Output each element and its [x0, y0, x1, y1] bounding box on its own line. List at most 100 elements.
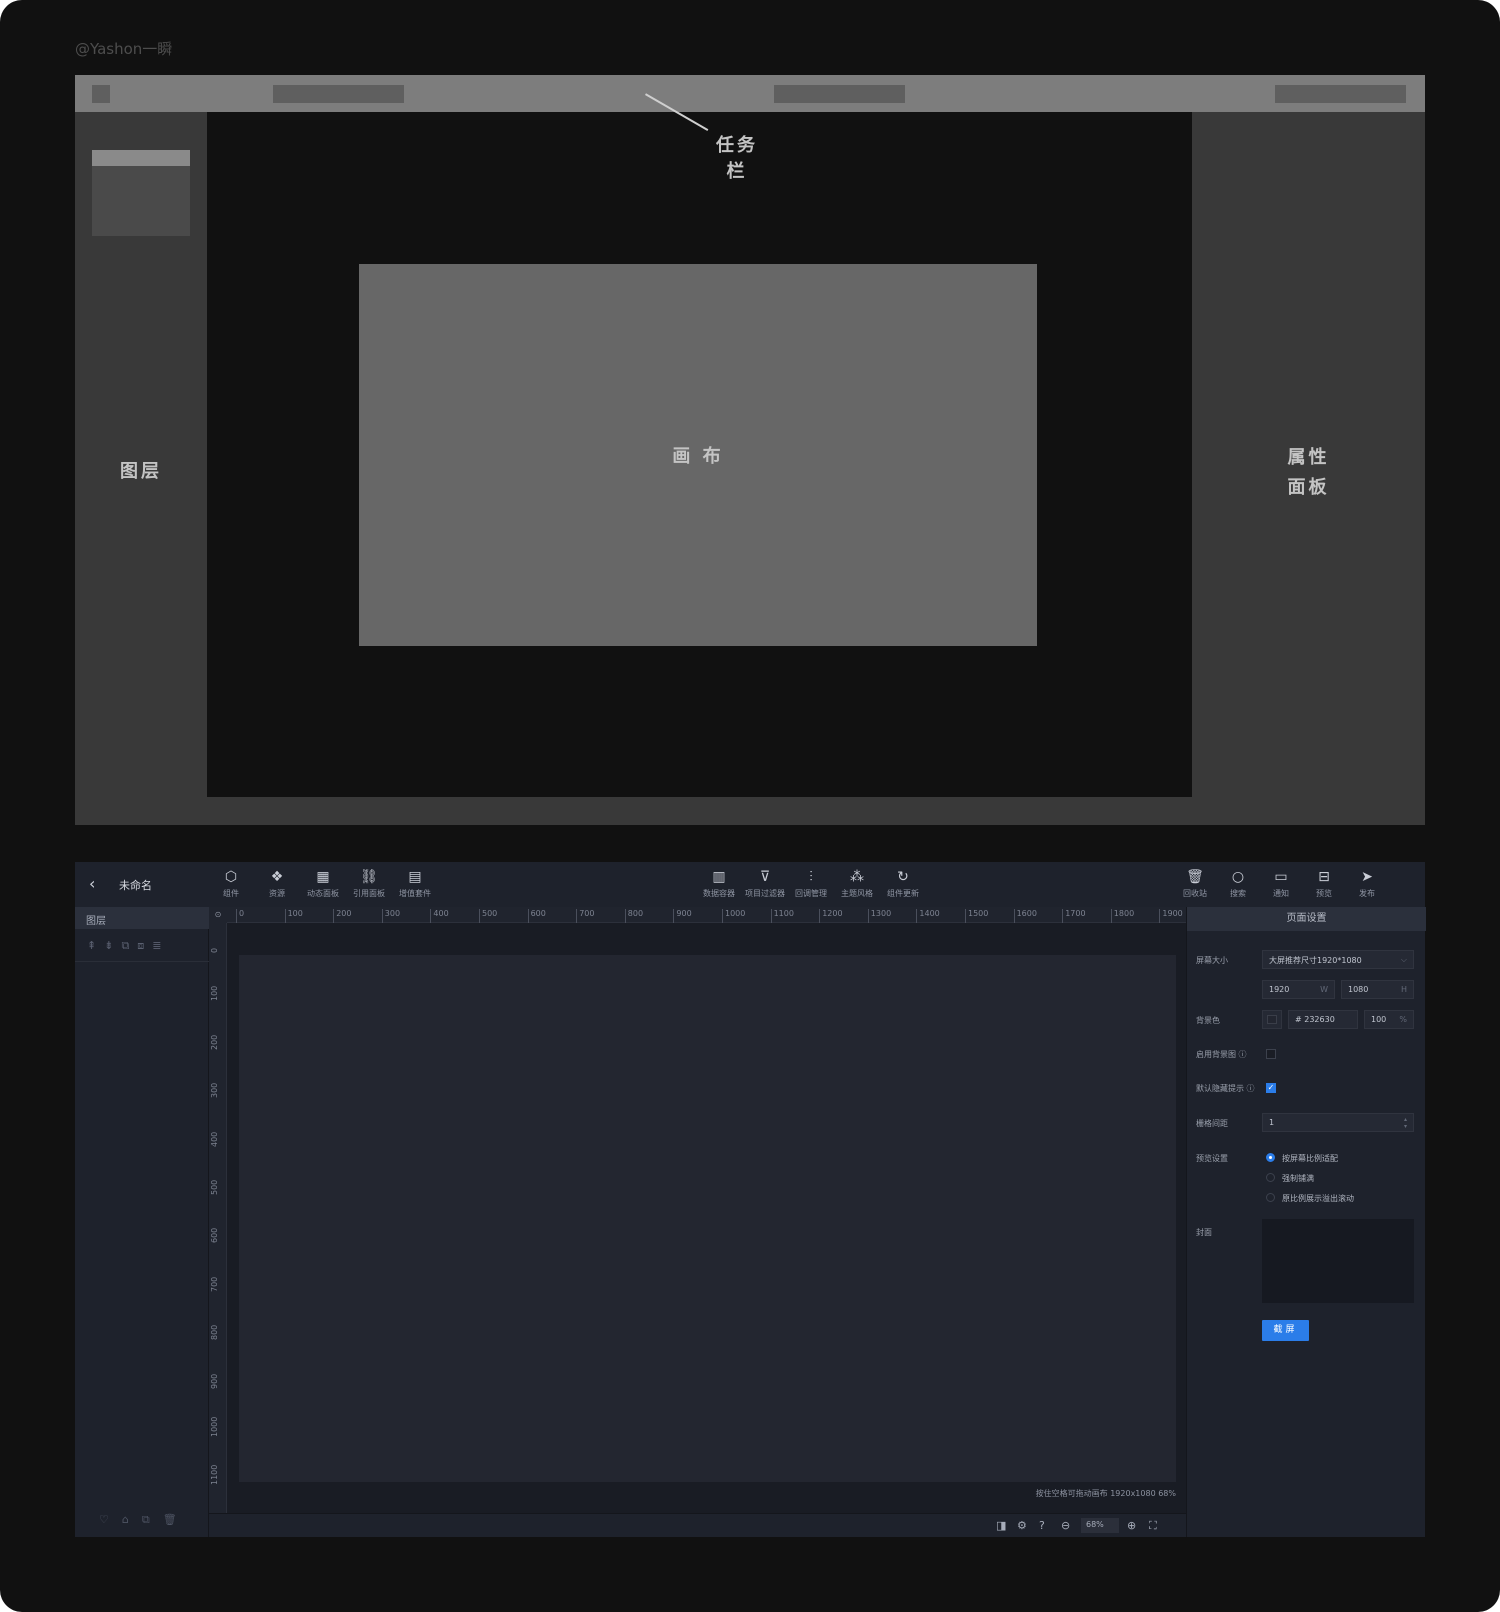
- toolbar-label: 搜索: [1230, 889, 1246, 898]
- cover-preview[interactable]: [1262, 1219, 1414, 1303]
- ruler-toggle-icon[interactable]: ⊙: [209, 907, 227, 923]
- bg-color-label: 背景色: [1196, 1016, 1220, 1025]
- toolbar-component-update-button[interactable]: ↻ 组件更新: [880, 868, 926, 899]
- wireframe-taskbar-logo: [92, 85, 110, 103]
- toolbar-reference-panel-button[interactable]: ⛓ 引用面板: [346, 868, 392, 899]
- preview-fill-radio[interactable]: [1266, 1173, 1275, 1182]
- design-canvas[interactable]: [239, 955, 1176, 1482]
- back-icon[interactable]: ‹: [89, 874, 95, 893]
- toolbar-theme-button[interactable]: ⁂ 主题风格: [834, 868, 880, 899]
- search-icon: ○: [1231, 869, 1245, 885]
- ruler-tick-label: 200: [210, 1034, 219, 1050]
- ruler-tick-label: 800: [624, 909, 644, 923]
- screen-size-select[interactable]: 大屏推荐尺寸1920*1080 ⌵: [1262, 950, 1414, 969]
- toolbar-preview-button[interactable]: ⊟ 预览: [1301, 868, 1347, 899]
- grid-spacing-input[interactable]: 1 ▴ ▾: [1262, 1113, 1414, 1132]
- ruler-tick-label: 600: [527, 909, 546, 923]
- width-input[interactable]: 1920 W: [1262, 980, 1335, 999]
- cover-label: 封面: [1196, 1228, 1212, 1237]
- hide-hint-checkbox[interactable]: ✓: [1266, 1083, 1276, 1093]
- stepper-icon[interactable]: ▴ ▾: [1404, 1116, 1407, 1130]
- zoom-level-input[interactable]: 68%: [1081, 1518, 1119, 1533]
- move-bottom-icon[interactable]: ⇟: [104, 939, 113, 953]
- ruler-tick-label: 1600: [1013, 909, 1037, 923]
- ruler-tick-label: 1800: [1110, 909, 1135, 923]
- bg-opacity-input[interactable]: 100 %: [1364, 1010, 1414, 1029]
- wireframe-workspace: 画 布: [207, 112, 1192, 797]
- fit-screen-icon[interactable]: ⛶: [1149, 1519, 1157, 1533]
- ruler-tick-label: 400: [210, 1131, 219, 1147]
- favorite-icon[interactable]: ♡: [99, 1513, 109, 1527]
- width-value: 1920: [1269, 985, 1290, 994]
- preview-fit-radio[interactable]: [1266, 1153, 1275, 1162]
- toolbar-dynamic-panel-button[interactable]: ▦ 动态面板: [300, 868, 346, 899]
- project-title[interactable]: 未命名: [119, 877, 152, 893]
- wireframe-layers-panel: 图层: [75, 112, 207, 825]
- toolbar-addons-button[interactable]: ▤ 增值套件: [392, 868, 438, 899]
- ruler-tick-label: 1700: [1062, 909, 1086, 923]
- link-icon: ⛓: [360, 869, 378, 885]
- ruler-tick-label: 0: [235, 909, 245, 923]
- screen-size-label: 屏幕大小: [1196, 956, 1228, 965]
- list-icon[interactable]: ≣: [152, 939, 161, 953]
- preview-fill-label: 强制铺满: [1282, 1174, 1314, 1183]
- toolbar-label: 资源: [269, 889, 285, 898]
- settings-icon[interactable]: ⚙: [1017, 1519, 1027, 1532]
- ruler-tick-label: 1000: [721, 909, 746, 923]
- ruler-tick-label: 700: [576, 909, 595, 923]
- lock-icon[interactable]: ⌂: [122, 1513, 129, 1527]
- ruler-tick-label: 100: [210, 986, 219, 1002]
- toolbar-resources-button[interactable]: ❖ 资源: [254, 868, 300, 899]
- bg-image-checkbox[interactable]: [1266, 1049, 1276, 1059]
- theme-icon: ⁂: [850, 869, 864, 885]
- move-top-icon[interactable]: ⇞: [87, 939, 96, 953]
- ungroup-icon[interactable]: ⧈: [137, 939, 144, 953]
- toolbar-filter-button[interactable]: ⊽ 项目过滤器: [742, 868, 788, 899]
- toolbar-callback-button[interactable]: ⫶ 回调管理: [788, 868, 834, 899]
- toolbar-components-button[interactable]: ⬡ 组件: [208, 868, 254, 899]
- toolbar-label: 组件更新: [887, 889, 919, 898]
- zoom-bar: ◨ ⚙ ? ⊖ 68% ⊕ ⛶: [209, 1513, 1186, 1537]
- wireframe-taskbar: [75, 75, 1425, 112]
- capture-button[interactable]: 截屏: [1262, 1320, 1309, 1341]
- copy-icon[interactable]: ⧉: [142, 1513, 150, 1527]
- ruler-tick-label: 300: [381, 909, 401, 923]
- bg-color-preview: [1267, 1015, 1277, 1024]
- horizontal-ruler[interactable]: 0 100 200 300 400 500 600 700 800 900 1000 1100 1200…: [227, 907, 1186, 923]
- toolbar-label: 引用面板: [353, 889, 385, 898]
- toolbar-label: 回调管理: [795, 889, 827, 898]
- ruler-tick-label: 200: [333, 909, 352, 923]
- toolbar-recycle-bin-button[interactable]: 🗑 回收站: [1172, 868, 1218, 899]
- help-icon[interactable]: ?: [1039, 1519, 1045, 1532]
- preview-scroll-radio[interactable]: [1266, 1193, 1275, 1202]
- zoom-out-icon[interactable]: ⊖: [1061, 1519, 1070, 1532]
- ruler-tick-label: 1100: [770, 909, 794, 923]
- height-input[interactable]: 1080 H: [1341, 980, 1414, 999]
- toolbar-label: 回收站: [1183, 889, 1207, 898]
- toolbar-search-button[interactable]: ○ 搜索: [1215, 868, 1261, 899]
- ruler-tick-label: 1300: [867, 909, 892, 923]
- wireframe-properties-label-1: 属性: [1287, 447, 1330, 468]
- layers-divider: [75, 961, 209, 962]
- components-icon: ⬡: [224, 869, 238, 885]
- send-icon: ➤: [1361, 869, 1373, 885]
- toolbar-notification-button[interactable]: ▭ 通知: [1258, 868, 1304, 899]
- panel-toggle-icon[interactable]: ◨: [996, 1519, 1006, 1532]
- wireframe-taskbar-label: 任务栏: [716, 135, 758, 182]
- canvas-hint: 按住空格可拖动画布 1920x1080 68%: [1035, 1489, 1176, 1498]
- addons-icon: ▤: [408, 869, 422, 885]
- ruler-tick-label: 500: [210, 1179, 219, 1195]
- group-icon[interactable]: ⧉: [121, 939, 129, 953]
- bg-color-swatch[interactable]: [1262, 1010, 1282, 1029]
- bg-color-input[interactable]: # 232630: [1288, 1010, 1358, 1029]
- toolbar-publish-button[interactable]: ➤ 发布: [1344, 868, 1390, 899]
- layers-toolbar: ⇞ ⇟ ⧉ ⧈ ≣: [87, 939, 162, 953]
- toolbar-data-container-button[interactable]: ▥ 数据容器: [696, 868, 742, 899]
- bg-image-label: 启用背景图 ⓘ: [1196, 1050, 1247, 1059]
- ruler-tick-label: 1400: [916, 909, 940, 923]
- wireframe-layers-label: 图层: [120, 461, 162, 482]
- zoom-in-icon[interactable]: ⊕: [1127, 1519, 1136, 1532]
- vertical-ruler[interactable]: 0 100 200 300 400 500 600 700 800 900 1000 1100: [209, 923, 227, 1513]
- height-value: 1080: [1348, 985, 1369, 994]
- delete-icon[interactable]: 🗑: [163, 1513, 177, 1527]
